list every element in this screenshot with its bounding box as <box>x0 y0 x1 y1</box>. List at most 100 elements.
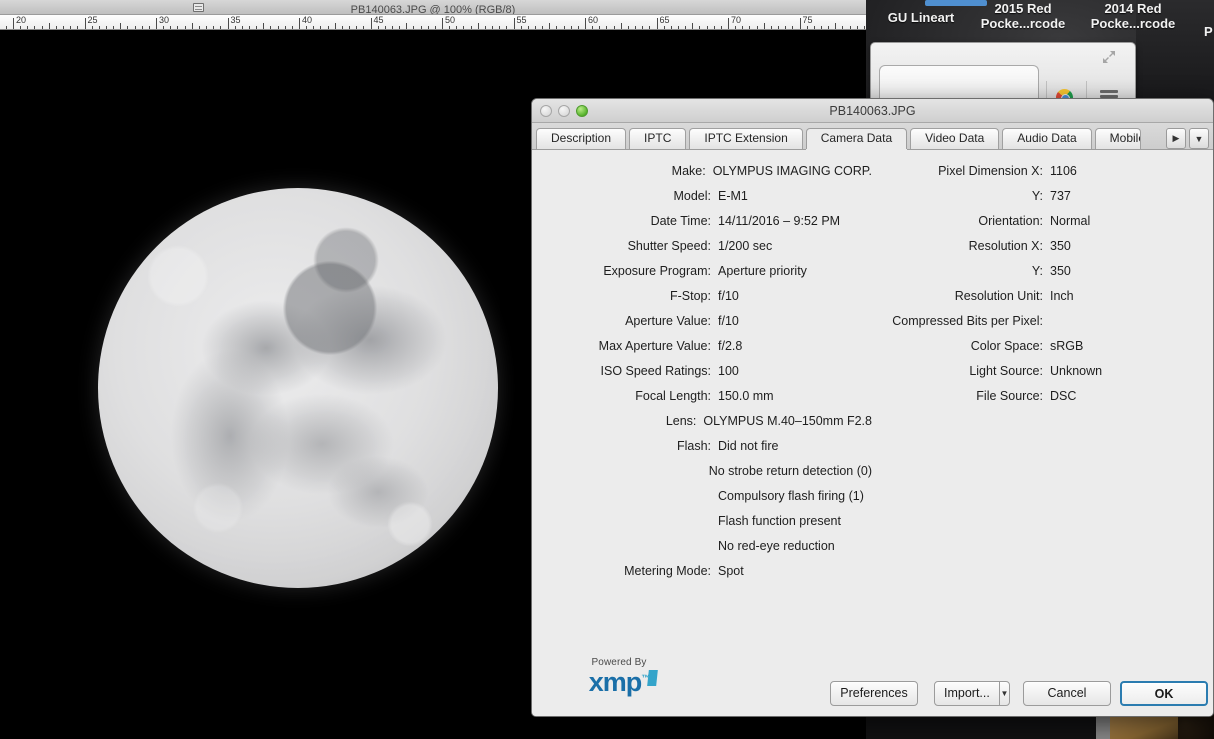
tab-iptc-extension[interactable]: IPTC Extension <box>689 128 803 149</box>
camera-field-row: Shutter Speed: 1/200 sec <box>532 239 872 264</box>
ruler-tick-minor <box>163 26 165 29</box>
ok-button[interactable]: OK <box>1120 681 1208 706</box>
ruler-tick-minor <box>449 26 451 29</box>
preferences-button[interactable]: Preferences <box>830 681 918 706</box>
expand-icon[interactable] <box>1101 49 1117 65</box>
camera-field-value[interactable]: Flash function present <box>718 514 841 528</box>
camera-field-value[interactable]: No strobe return detection (0) <box>709 464 872 478</box>
ruler-tick-minor <box>477 23 479 29</box>
ruler-tick-minor <box>248 26 250 29</box>
ruler-tick-major <box>227 18 229 29</box>
ruler-tick-minor <box>213 26 215 29</box>
camera-field-value[interactable]: 1106 <box>1050 164 1077 178</box>
camera-field-value[interactable]: Aperture priority <box>718 264 807 278</box>
ruler-tick-minor <box>306 26 308 29</box>
desktop-thumbnail-label-0[interactable]: GU Lineart <box>866 10 976 25</box>
camera-field-label: Max Aperture Value: <box>598 339 711 353</box>
camera-field-value[interactable]: Unknown <box>1050 364 1102 378</box>
camera-field-row: Orientation: Normal <box>872 214 1213 239</box>
ruler-tick-minor <box>520 26 522 29</box>
minimize-button[interactable] <box>558 105 570 117</box>
horizontal-ruler[interactable]: 20 25 30 35 40 45 50 55 60 65 70 75 <box>0 15 866 30</box>
camera-field-value[interactable]: Did not fire <box>718 439 778 453</box>
camera-field-value[interactable]: 737 <box>1050 189 1071 203</box>
tab-video-data[interactable]: Video Data <box>910 128 1000 149</box>
ruler-tick-minor <box>27 26 29 29</box>
ruler-tick-minor <box>642 26 644 29</box>
photoshop-titlebar[interactable]: PB140063.JPG @ 100% (RGB/8) <box>0 0 866 15</box>
tab-nav: ▶ ▼ <box>1163 128 1209 149</box>
camera-field-value[interactable]: OLYMPUS IMAGING CORP. <box>713 164 872 178</box>
ruler-tick-minor <box>542 26 544 29</box>
ruler-tick-minor <box>806 26 808 29</box>
tab-next-arrow-icon[interactable]: ▶ <box>1166 128 1186 149</box>
camera-field-value[interactable]: 1/200 sec <box>718 239 772 253</box>
camera-field-label: Metering Mode: <box>624 564 711 578</box>
ruler-tick-minor <box>849 26 851 29</box>
camera-field-value[interactable]: f/10 <box>718 289 739 303</box>
camera-field-value[interactable]: No red-eye reduction <box>718 539 835 553</box>
ruler-tick-minor <box>313 26 315 29</box>
camera-field-value[interactable]: 150.0 mm <box>718 389 774 403</box>
ruler-label: 45 <box>373 15 384 25</box>
zoom-button[interactable] <box>576 105 588 117</box>
camera-field-row: Focal Length: 150.0 mm <box>532 389 872 414</box>
ruler-tick-minor <box>191 23 193 29</box>
camera-field-label: Make: <box>671 164 706 178</box>
ruler-tick-minor <box>456 26 458 29</box>
camera-field-value[interactable]: Inch <box>1050 289 1074 303</box>
dialog-titlebar[interactable]: PB140063.JPG <box>532 99 1213 123</box>
camera-field-value[interactable]: 100 <box>718 364 739 378</box>
camera-field-value[interactable]: DSC <box>1050 389 1076 403</box>
camera-field-value[interactable]: Normal <box>1050 214 1090 228</box>
camera-field-value[interactable]: 14/11/2016 – 9:52 PM <box>718 214 840 228</box>
camera-field-value[interactable]: f/10 <box>718 314 739 328</box>
ruler-tick-minor <box>420 26 422 29</box>
camera-data-right-column: Pixel Dimension X: 1106 Y: 737 Orientation: N… <box>872 164 1213 414</box>
ruler-tick-minor <box>5 26 7 29</box>
camera-field-value[interactable]: 350 <box>1050 239 1071 253</box>
camera-field-value[interactable]: Compulsory flash firing (1) <box>718 489 864 503</box>
camera-field-value[interactable]: E-M1 <box>718 189 748 203</box>
tab-camera-data[interactable]: Camera Data <box>805 128 908 149</box>
ruler-tick-minor <box>434 26 436 29</box>
import-button-label[interactable]: Import... <box>935 682 999 705</box>
camera-field-row: Compulsory flash firing (1) <box>532 489 872 514</box>
tab-mobile[interactable]: Mobile <box>1094 128 1141 149</box>
dialog-body: Make: OLYMPUS IMAGING CORP. Model: E-M1 Date… <box>532 150 1213 680</box>
ruler-tick-minor <box>549 23 551 29</box>
close-button[interactable] <box>540 105 552 117</box>
import-split-button[interactable]: Import... ▼ <box>934 681 1010 706</box>
tab-iptc[interactable]: IPTC <box>629 128 687 149</box>
desktop-thumbnail-label-partial[interactable]: P <box>1204 24 1213 39</box>
camera-field-row: Date Time: 14/11/2016 – 9:52 PM <box>532 214 872 239</box>
ruler-tick-minor <box>606 26 608 29</box>
xmp-wordmark: xmp™ <box>571 666 667 696</box>
ruler-label: 25 <box>87 15 98 25</box>
desktop-thumbnail-label-2[interactable]: 2014 Red Pocke...rcode <box>1078 1 1188 31</box>
camera-field-row: ISO Speed Ratings: 100 <box>532 364 872 389</box>
ruler-tick-minor <box>613 26 615 29</box>
ruler-tick-minor <box>692 23 694 29</box>
camera-field-row: Light Source: Unknown <box>872 364 1213 389</box>
ruler-tick-minor <box>820 26 822 29</box>
ruler-tick-minor <box>663 26 665 29</box>
camera-field-value[interactable]: OLYMPUS M.40–150mm F2.8 <box>703 414 872 428</box>
cancel-button[interactable]: Cancel <box>1023 681 1111 706</box>
desktop-thumbnail-label-1[interactable]: 2015 Red Pocke...rcode <box>968 1 1078 31</box>
tab-audio-data[interactable]: Audio Data <box>1002 128 1092 149</box>
ruler-tick-major <box>13 18 14 29</box>
tab-description[interactable]: Description <box>536 128 627 149</box>
tab-list-chevron-down-icon[interactable]: ▼ <box>1189 128 1209 149</box>
camera-field-value[interactable]: f/2.8 <box>718 339 742 353</box>
ruler-tick-minor <box>377 26 379 29</box>
camera-field-value[interactable]: 350 <box>1050 264 1071 278</box>
ruler-label: 55 <box>516 15 527 25</box>
ruler-tick-minor <box>699 26 701 29</box>
ruler-tick-minor <box>556 26 558 29</box>
ruler-tick-minor <box>778 26 780 29</box>
ruler-tick-minor <box>363 26 365 29</box>
import-dropdown-arrow-icon[interactable]: ▼ <box>998 682 1009 705</box>
camera-field-value[interactable]: sRGB <box>1050 339 1083 353</box>
camera-field-value[interactable]: Spot <box>718 564 744 578</box>
